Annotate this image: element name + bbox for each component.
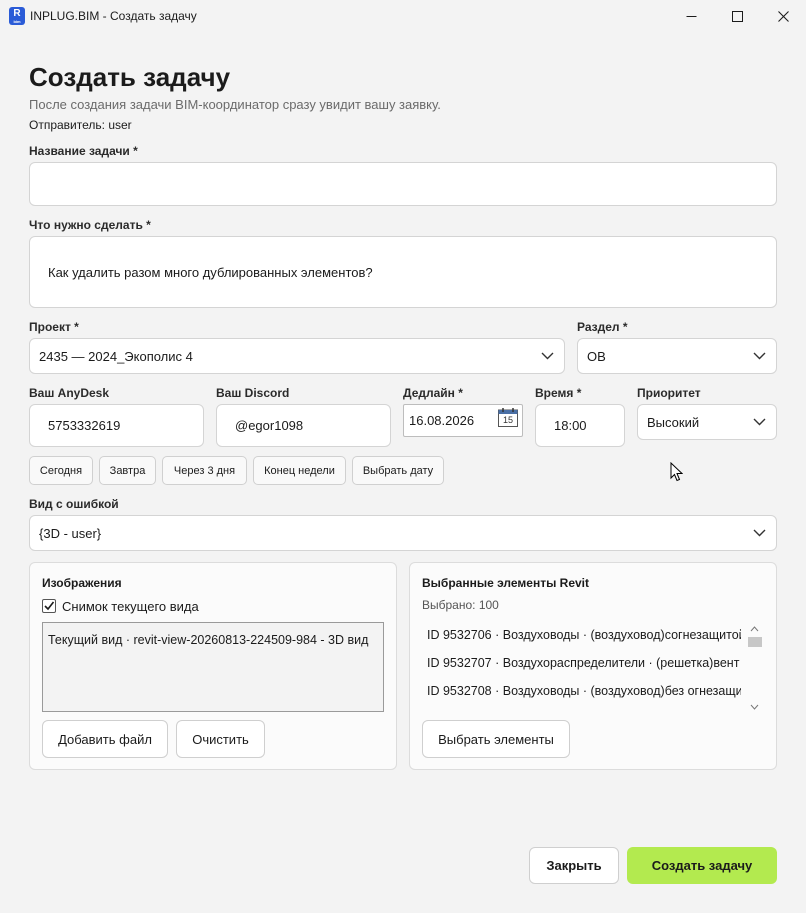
revit-count: Выбрано: 100 [422,598,499,612]
task-name-input[interactable] [29,162,777,206]
images-list[interactable]: Текущий вид · revit-view-20260813-224509… [42,622,384,712]
maximize-icon [731,10,743,22]
minimize-button[interactable] [668,0,714,32]
deadline-datepicker[interactable]: 16.08.2026 15 [403,404,523,437]
calendar-day: 15 [502,415,513,425]
section-select[interactable]: ОВ [577,338,777,374]
quick-date-in-3-days[interactable]: Через 3 дня [162,456,247,485]
project-value: 2435 — 2024_Экополис 4 [39,348,193,364]
discord-input[interactable]: @egor1098 [216,404,391,447]
add-file-button[interactable]: Добавить файл [42,720,168,758]
chevron-down-icon [753,352,766,360]
scroll-down-icon[interactable] [746,702,763,712]
app-logo-sub: bim [13,19,21,24]
clear-button[interactable]: Очистить [176,720,265,758]
window-title: INPLUG.BIM - Создать задачу [30,9,197,23]
maximize-button[interactable] [714,0,760,32]
task-name-label: Название задачи * [29,144,138,158]
quick-date-today[interactable]: Сегодня [29,456,93,485]
page-subtitle: После создания задачи BIM-координатор ср… [29,97,441,112]
chevron-down-icon [753,418,766,426]
todo-value: Как удалить разом много дублированных эл… [48,264,373,280]
view-value: {3D - user} [39,525,102,541]
discord-label: Ваш Discord [216,386,290,400]
title-bar: R bim INPLUG.BIM - Создать задачу [0,0,806,32]
chevron-down-icon [753,529,766,537]
images-title: Изображения [42,576,122,590]
select-elements-button[interactable]: Выбрать элементы [422,720,570,758]
discord-value: @egor1098 [235,418,304,433]
anydesk-value: 5753332619 [48,418,121,433]
page-title: Создать задачу [29,62,231,92]
project-select[interactable]: 2435 — 2024_Экополис 4 [29,338,565,374]
section-label: Раздел * [577,320,628,334]
deadline-label: Дедлайн * [403,386,463,400]
priority-value: Высокий [647,414,700,430]
app-logo-letter: R [13,8,21,19]
mouse-cursor-icon [670,462,683,482]
close-window-button[interactable] [760,0,806,32]
quick-date-pick[interactable]: Выбрать дату [352,456,444,485]
list-item[interactable]: ID 9532706 · Воздуховоды · (воздуховод)с… [427,628,741,642]
quick-date-tomorrow[interactable]: Завтра [99,456,156,485]
close-icon [777,10,789,22]
list-item[interactable]: ID 9532708 · Воздуховоды · (воздуховод)б… [427,684,741,698]
list-item[interactable]: ID 9532707 · Воздухораспределители · (ре… [427,656,741,670]
time-label: Время * [535,386,582,400]
revit-title: Выбранные элементы Revit [422,576,589,590]
project-label: Проект * [29,320,79,334]
section-value: ОВ [587,348,606,364]
chevron-down-icon [541,352,554,360]
quick-date-end-of-week[interactable]: Конец недели [253,456,346,485]
close-button[interactable]: Закрыть [529,847,619,884]
app-logo-icon: R bim [9,7,25,25]
minimize-icon [686,15,696,17]
priority-select[interactable]: Высокий [637,404,777,440]
snapshot-label[interactable]: Снимок текущего вида [62,599,199,614]
checkmark-icon [44,601,55,611]
anydesk-input[interactable]: 5753332619 [29,404,204,447]
view-select[interactable]: {3D - user} [29,515,777,551]
todo-label: Что нужно сделать * [29,218,151,232]
scroll-up-icon[interactable] [746,624,763,634]
time-value: 18:00 [554,418,587,433]
scroll-thumb[interactable] [748,637,762,647]
revit-elements-list[interactable]: ID 9532706 · Воздуховоды · (воздуховод)с… [422,620,764,712]
priority-label: Приоритет [637,386,701,400]
create-task-button[interactable]: Создать задачу [627,847,777,884]
deadline-value: 16.08.2026 [409,413,475,428]
list-item[interactable]: Текущий вид · revit-view-20260813-224509… [48,633,380,647]
snapshot-checkbox[interactable] [42,599,56,613]
sender-text: Отправитель: user [29,118,132,132]
calendar-icon[interactable]: 15 [498,408,518,427]
todo-textarea[interactable]: Как удалить разом много дублированных эл… [29,236,777,308]
time-input[interactable]: 18:00 [535,404,625,447]
anydesk-label: Ваш AnyDesk [29,386,110,400]
view-label: Вид с ошибкой [29,497,119,511]
